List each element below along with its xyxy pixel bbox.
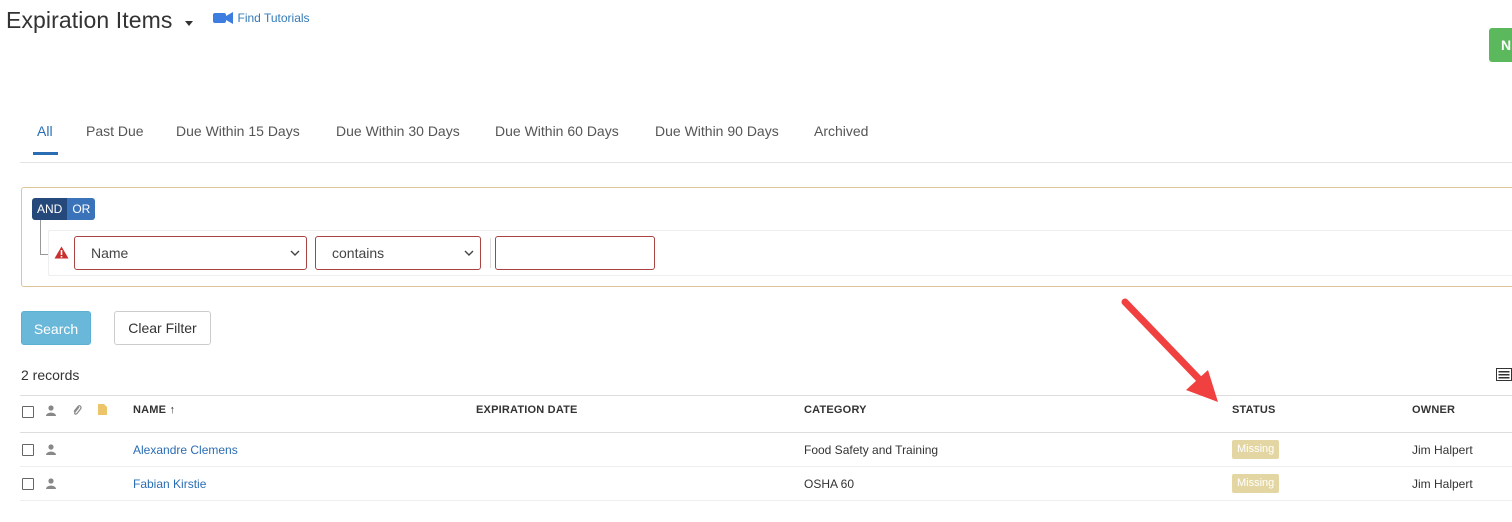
- row-checkbox[interactable]: [22, 444, 34, 456]
- category-cell: Food Safety and Training: [804, 443, 939, 457]
- document-icon: [98, 404, 107, 415]
- column-header-owner[interactable]: OWNER: [1412, 404, 1455, 416]
- status-badge: Missing: [1232, 440, 1280, 459]
- table-row: Alexandre Clemens Food Safety and Traini…: [20, 433, 1512, 467]
- field-select-value: Name: [91, 245, 129, 261]
- item-name-link[interactable]: Fabian Kirstie: [133, 477, 206, 491]
- filter-tabs: All Past Due Due Within 15 Days Due With…: [20, 108, 1512, 163]
- tab-archived[interactable]: Archived: [814, 123, 868, 139]
- tab-all[interactable]: All: [37, 123, 53, 139]
- column-header-name[interactable]: NAME ↑: [133, 404, 175, 416]
- warning-triangle-icon: [54, 246, 69, 259]
- status-badge: Missing: [1232, 474, 1280, 493]
- user-icon: [46, 444, 56, 455]
- operator-select-value: contains: [332, 245, 385, 261]
- clear-filter-button[interactable]: Clear Filter: [114, 311, 211, 345]
- tab-due-30-days[interactable]: Due Within 30 Days: [336, 123, 460, 139]
- column-header-category[interactable]: CATEGORY: [804, 404, 867, 416]
- find-tutorials-link[interactable]: Find Tutorials: [212, 11, 310, 25]
- operator-select[interactable]: contains: [315, 236, 481, 270]
- new-item-button[interactable]: N: [1489, 28, 1512, 62]
- page-header: Expiration Items Find Tutorials: [6, 4, 310, 36]
- item-name-link[interactable]: Alexandre Clemens: [133, 443, 238, 457]
- and-button[interactable]: AND: [32, 198, 68, 220]
- chevron-down-icon: [290, 250, 300, 256]
- active-tab-indicator: [33, 152, 58, 155]
- tab-due-90-days[interactable]: Due Within 90 Days: [655, 123, 779, 139]
- filter-value-input[interactable]: [495, 236, 655, 270]
- title-dropdown-caret-icon[interactable]: [184, 20, 193, 26]
- video-camera-icon: [212, 12, 233, 24]
- table-header: NAME ↑ EXPIRATION DATE CATEGORY STATUS O…: [20, 395, 1512, 433]
- tab-due-60-days[interactable]: Due Within 60 Days: [495, 123, 619, 139]
- list-icon[interactable]: [1496, 368, 1512, 381]
- field-select[interactable]: Name: [74, 236, 307, 270]
- expiration-items-table: NAME ↑ EXPIRATION DATE CATEGORY STATUS O…: [20, 395, 1512, 501]
- page-title: Expiration Items: [6, 6, 173, 33]
- tab-due-15-days[interactable]: Due Within 15 Days: [176, 123, 300, 139]
- user-icon: [46, 478, 56, 489]
- rule-separator: [490, 238, 491, 268]
- rule-connector: [40, 220, 48, 255]
- owner-cell: Jim Halpert: [1412, 477, 1473, 491]
- search-button[interactable]: Search: [21, 311, 91, 345]
- query-builder: AND OR Name contains: [21, 187, 1512, 287]
- table-row: Fabian Kirstie OSHA 60 Missing Jim Halpe…: [20, 467, 1512, 501]
- select-all-checkbox[interactable]: [22, 406, 34, 418]
- find-tutorials-label: Find Tutorials: [237, 11, 310, 25]
- paperclip-icon: [73, 405, 82, 415]
- record-count: 2 records: [21, 367, 80, 383]
- filter-rule: Name contains: [48, 230, 1512, 276]
- category-cell: OSHA 60: [804, 477, 855, 491]
- column-header-status[interactable]: STATUS: [1232, 404, 1276, 416]
- or-button[interactable]: OR: [67, 198, 96, 220]
- row-checkbox[interactable]: [22, 478, 34, 490]
- owner-cell: Jim Halpert: [1412, 443, 1473, 457]
- condition-toggle: AND OR: [32, 198, 96, 220]
- tab-past-due[interactable]: Past Due: [86, 123, 144, 139]
- user-icon: [46, 405, 56, 416]
- column-header-expiration-date[interactable]: EXPIRATION DATE: [476, 404, 578, 416]
- chevron-down-icon: [464, 250, 474, 256]
